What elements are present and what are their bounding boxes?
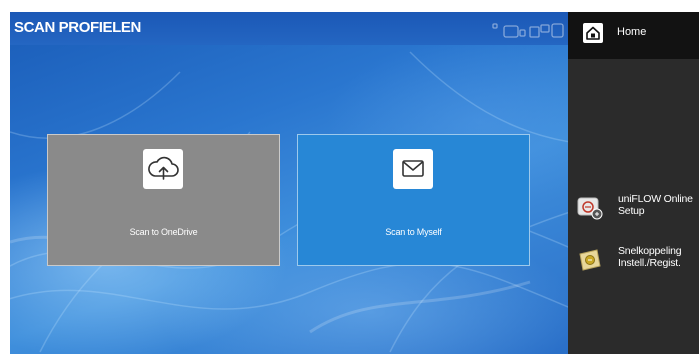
scan-to-onedrive-button[interactable]: Scan to OneDrive (47, 134, 280, 266)
shortcut-icon (577, 248, 603, 272)
sidebar-item-label-line1: Snelkoppeling (618, 245, 682, 257)
home-icon (583, 23, 603, 43)
title-bar: SCAN PROFIELEN (10, 12, 568, 45)
tile-label: Scan to Myself (385, 227, 442, 237)
sidebar-item-label: Snelkoppeling Instell./Regist. (618, 245, 682, 269)
main-panel: SCAN PROFIELEN Scan to OneDrive Scan to … (10, 12, 568, 354)
sidebar-item-uniflow-setup[interactable]: uniFLOW Online Setup (568, 190, 699, 226)
sidebar: Home uniFLOW Online Setup Snelkoppeling … (568, 12, 699, 354)
tile-label: Scan to OneDrive (129, 227, 198, 237)
scan-to-myself-button[interactable]: Scan to Myself (297, 134, 530, 266)
sidebar-item-label-line1: uniFLOW Online (618, 193, 693, 205)
sidebar-item-label-line2: Setup (618, 205, 645, 217)
envelope-icon (393, 149, 433, 189)
device-screen: SCAN PROFIELEN Scan to OneDrive Scan to … (0, 0, 699, 357)
cloud-upload-icon (143, 149, 183, 189)
home-button[interactable]: Home (568, 12, 699, 59)
status-icons (492, 23, 564, 38)
home-label: Home (617, 26, 647, 38)
sidebar-item-shortcut[interactable]: Snelkoppeling Instell./Regist. (568, 242, 699, 278)
sidebar-item-label-line2: Instell./Regist. (618, 257, 681, 269)
sidebar-item-label: uniFLOW Online Setup (618, 193, 693, 217)
page-title: SCAN PROFIELEN (14, 19, 141, 36)
uniflow-setup-icon (577, 196, 603, 220)
